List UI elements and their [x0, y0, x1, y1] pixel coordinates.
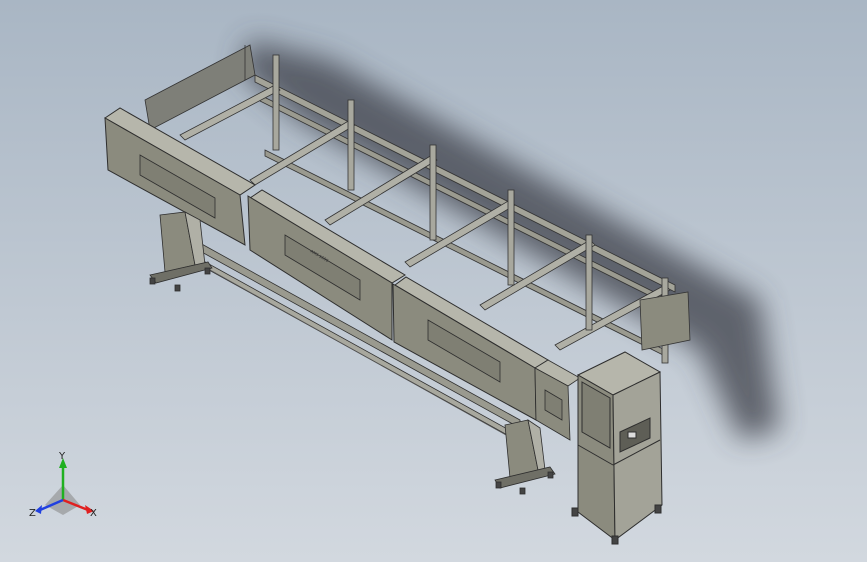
x-axis-label: X: [90, 508, 97, 519]
assembly-scene[interactable]: AMS 1606 Y X Z: [0, 0, 867, 562]
end-plate[interactable]: [639, 291, 691, 351]
y-axis-label: Y: [58, 451, 66, 462]
control-cabinet[interactable]: [571, 351, 663, 545]
z-axis-label: Z: [29, 508, 36, 519]
view-orientation-triad[interactable]: Y X Z: [29, 451, 97, 519]
z-axis-arrow: [35, 505, 42, 514]
back-panel[interactable]: [144, 44, 256, 131]
left-stand[interactable]: [149, 211, 213, 292]
3d-viewport[interactable]: AMS 1606 Y X Z: [0, 0, 867, 562]
side-box[interactable]: [534, 359, 581, 441]
